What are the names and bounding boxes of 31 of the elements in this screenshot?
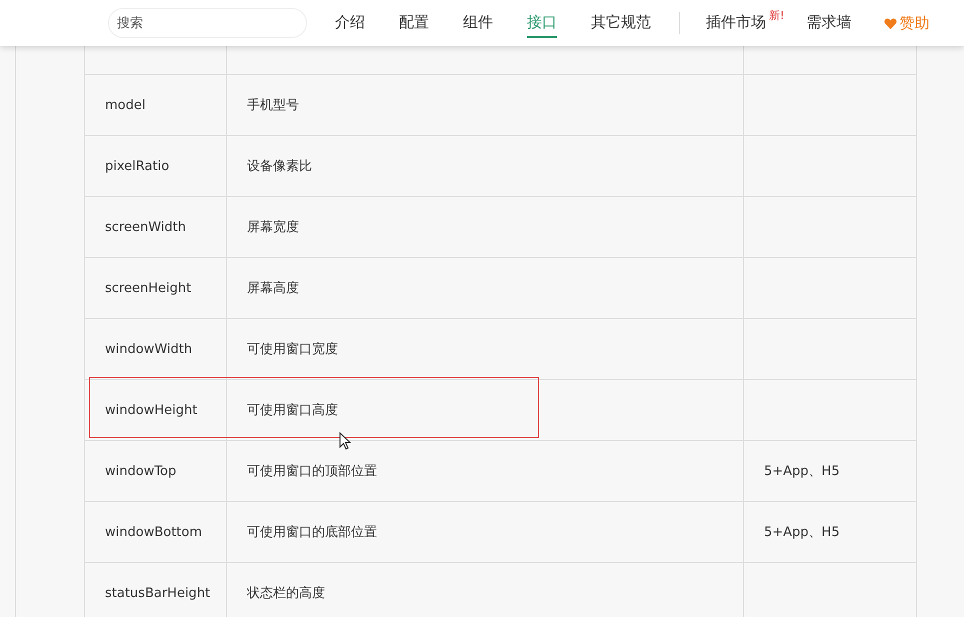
table-cell: model <box>105 98 146 112</box>
nav-link[interactable]: 接口 <box>527 8 557 38</box>
table-cell-text: 屏幕宽度 <box>247 219 299 236</box>
nav-link[interactable]: 插件市场 <box>706 8 766 38</box>
table-cell-text: 可使用窗口高度 <box>247 402 338 419</box>
table-cell: pixelRatio <box>105 158 170 174</box>
table-cell: screenHeight <box>105 280 192 296</box>
table-cell-text: 5+App、H5 <box>764 463 840 480</box>
table-cell-text: 设备像素比 <box>247 158 312 175</box>
table-cell-text: 手机型号 <box>247 97 299 114</box>
nav-link[interactable]: 介绍 <box>335 8 365 38</box>
table-cell: screenWidth <box>105 220 186 234</box>
table-cell: windowHeight <box>105 402 198 418</box>
table-cell-text: 屏幕高度 <box>247 280 299 297</box>
nav-link[interactable]: 配置 <box>399 8 429 38</box>
table-cell-text: 可使用窗口的底部位置 <box>247 524 377 541</box>
table-cell-text: 可使用窗口宽度 <box>247 341 338 358</box>
table-cell-text: 5+App、H5 <box>764 524 840 541</box>
cursor-icon <box>339 432 351 450</box>
nav-link[interactable]: 组件 <box>463 8 493 38</box>
table-cell: statusBarHeight <box>105 586 210 600</box>
table-cell: windowWidth <box>105 342 192 356</box>
new-label: 新! <box>769 8 784 23</box>
heart-icon <box>884 16 898 30</box>
nav-link[interactable]: 其它规范 <box>591 8 651 38</box>
search-field[interactable]: 搜索 <box>108 8 307 38</box>
table-cell: windowTop <box>105 464 176 478</box>
table-cell-text: 状态栏的高度 <box>247 585 325 602</box>
nav-link[interactable]: 需求墙 <box>806 8 852 38</box>
table-cell-text: 可使用窗口的顶部位置 <box>247 463 377 480</box>
table-cell: windowBottom <box>105 524 202 540</box>
